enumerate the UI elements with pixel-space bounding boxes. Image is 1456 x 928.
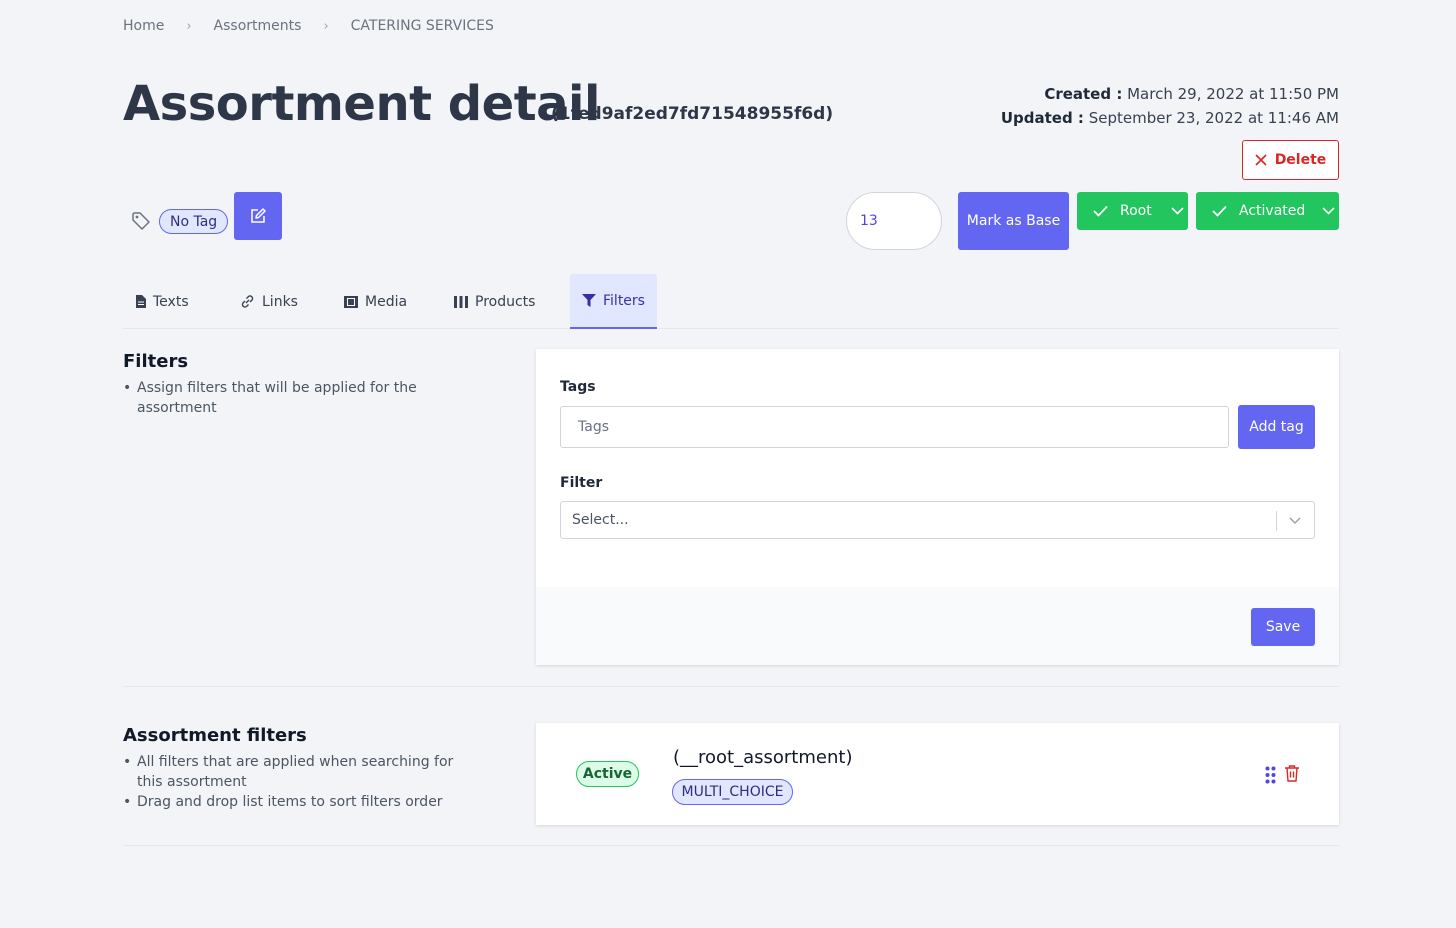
tab-links[interactable]: Links (228, 274, 310, 329)
tab-links-label: Links (262, 293, 298, 310)
close-icon (1255, 154, 1267, 166)
assortment-filters-title: Assortment filters (123, 725, 307, 746)
created-value: March 29, 2022 at 11:50 PM (1127, 85, 1339, 103)
activated-toggle[interactable]: Activated (1196, 192, 1339, 230)
chevron-down-icon[interactable] (1289, 517, 1301, 525)
drag-handle-icon[interactable] (1265, 766, 1276, 784)
check-icon (1212, 205, 1227, 217)
columns-icon (454, 295, 468, 308)
chevron-right-icon: › (323, 18, 329, 34)
filter-type-badge: MULTI_CHOICE (672, 779, 793, 805)
timestamps: Created : March 29, 2022 at 11:50 PM Upd… (1001, 82, 1339, 130)
filter-name: (__root_assortment) (673, 747, 853, 768)
root-toggle[interactable]: Root (1077, 192, 1188, 230)
funnel-icon (582, 294, 596, 307)
save-button[interactable]: Save (1251, 608, 1315, 646)
assortment-filters-desc-item: Drag and drop list items to sort filters… (123, 792, 483, 812)
created-label: Created : (1044, 85, 1123, 103)
filter-select[interactable]: Select... (560, 501, 1315, 539)
assortment-filters-description: All filters that are applied when search… (123, 752, 483, 812)
edit-icon (251, 208, 266, 223)
chevron-right-icon: › (186, 18, 192, 34)
tab-products-label: Products (475, 293, 536, 310)
filters-section-description: Assign filters that will be applied for … (123, 378, 483, 418)
section-divider (123, 845, 1339, 846)
select-divider (1276, 511, 1277, 531)
document-icon (136, 295, 146, 308)
page-title: Assortment detail (123, 76, 600, 132)
updated-value: September 23, 2022 at 11:46 AM (1088, 109, 1339, 127)
chevron-down-icon[interactable] (1317, 207, 1339, 215)
breadcrumb-assortments[interactable]: Assortments (214, 18, 302, 34)
section-divider (123, 686, 1339, 687)
mark-as-base-button[interactable]: Mark as Base (958, 192, 1069, 250)
tab-filters[interactable]: Filters (570, 274, 657, 329)
check-icon (1093, 205, 1108, 217)
tab-texts[interactable]: Texts (123, 274, 201, 329)
tab-media-label: Media (365, 293, 408, 310)
assortment-id: (1fed9af2ed7fd71548955f6d) (551, 104, 834, 124)
delete-label: Delete (1274, 152, 1327, 168)
filters-form-card: Tags Tags Add tag Filter Select... Save (536, 349, 1339, 665)
edit-tags-button[interactable] (234, 192, 282, 240)
filter-label: Filter (560, 475, 603, 491)
link-icon (241, 295, 254, 308)
status-badge: Active (576, 761, 639, 787)
tag-icon (132, 212, 150, 230)
breadcrumb: Home › Assortments › CATERING SERVICES (123, 18, 494, 34)
chevron-down-icon[interactable] (1166, 207, 1188, 215)
sequence-input[interactable]: 13 (846, 192, 942, 250)
tab-media[interactable]: Media (332, 274, 419, 329)
filter-list-item[interactable]: Active (__root_assortment) MULTI_CHOICE (536, 723, 1339, 825)
trash-icon[interactable] (1284, 764, 1300, 782)
root-label: Root (1120, 203, 1152, 219)
filters-section-title: Filters (123, 351, 189, 372)
assortment-filters-desc-item: All filters that are applied when search… (123, 752, 483, 792)
filter-select-placeholder: Select... (572, 512, 629, 528)
tab-texts-label: Texts (153, 293, 189, 310)
breadcrumb-current[interactable]: CATERING SERVICES (351, 18, 494, 34)
add-tag-button[interactable]: Add tag (1238, 405, 1315, 449)
card-footer: Save (536, 587, 1339, 665)
breadcrumb-home[interactable]: Home (123, 18, 164, 34)
film-icon (344, 295, 358, 308)
delete-button[interactable]: Delete (1242, 140, 1339, 180)
tags-input[interactable]: Tags (560, 406, 1229, 448)
activated-label: Activated (1239, 203, 1306, 219)
tab-bar: Texts Links Media Products Filters (123, 274, 1339, 329)
updated-label: Updated : (1000, 109, 1084, 127)
tag-badge: No Tag (159, 209, 229, 234)
tab-products[interactable]: Products (442, 274, 547, 329)
filters-description-item: Assign filters that will be applied for … (123, 378, 483, 418)
tags-label: Tags (560, 379, 596, 395)
tab-filters-label: Filters (603, 292, 645, 309)
